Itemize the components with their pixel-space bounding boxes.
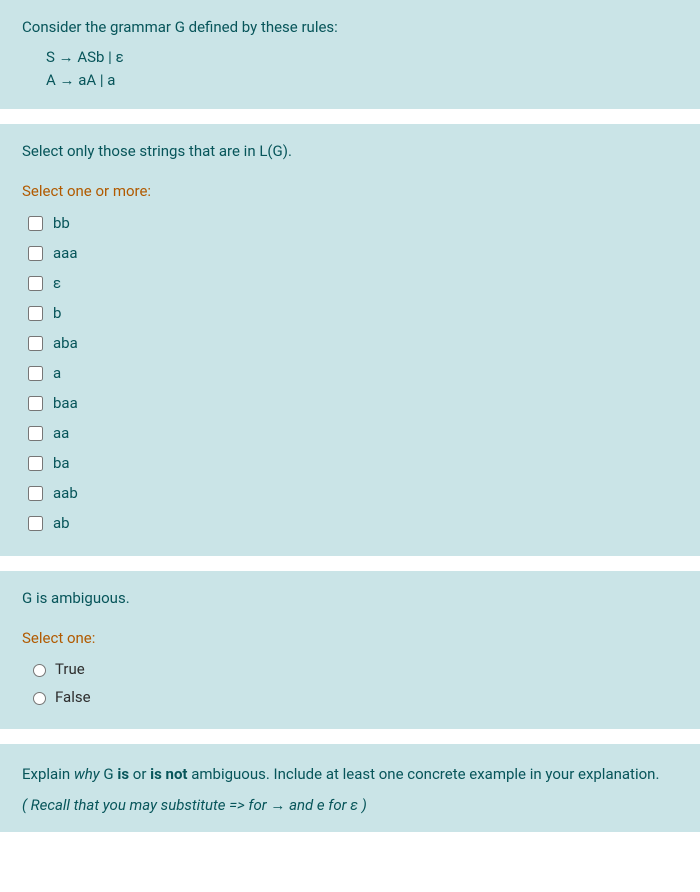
option-label: ab (53, 514, 70, 532)
question-grammar-panel: Consider the grammar G defined by these … (0, 0, 700, 109)
radio-true[interactable] (33, 664, 46, 677)
checkbox-options: bb aaa ε b aba a baa aa (28, 208, 678, 538)
checkbox-aa[interactable] (28, 426, 43, 441)
checkbox-aaa[interactable] (28, 246, 43, 261)
radio-false-label: False (55, 688, 91, 706)
option-label: ba (53, 454, 70, 472)
option-label: aba (53, 334, 78, 352)
option-row: b (28, 298, 678, 328)
explain-prefix: Explain (22, 765, 74, 783)
checkbox-a[interactable] (28, 366, 43, 381)
grammar-rules: S → ASb | ε A → aA | a (46, 46, 678, 91)
grammar-intro: Consider the grammar G defined by these … (22, 18, 678, 36)
checkbox-bb[interactable] (28, 216, 43, 231)
explain-is: is (117, 765, 129, 783)
radio-true-label: True (55, 660, 85, 678)
option-row: ε (28, 268, 678, 298)
select-one-or-more-label: Select one or more: (22, 182, 678, 200)
option-label: a (53, 364, 61, 382)
option-row: aaa (28, 238, 678, 268)
checkbox-ba[interactable] (28, 456, 43, 471)
option-label: bb (53, 214, 70, 232)
checkbox-ab[interactable] (28, 516, 43, 531)
question-strings-panel: Select only those strings that are in L(… (0, 124, 700, 556)
option-label: aa (53, 424, 69, 442)
grammar-rule-1: S → ASb | ε (46, 46, 678, 69)
option-label: aab (53, 484, 78, 502)
select-one-label: Select one: (22, 629, 678, 647)
option-label: b (53, 304, 61, 322)
option-label: aaa (53, 244, 77, 262)
option-row: bb (28, 208, 678, 238)
question-explain-panel: Explain why G is or is not ambiguous. In… (0, 744, 700, 832)
option-label: baa (53, 394, 78, 412)
checkbox-b[interactable] (28, 306, 43, 321)
checkbox-baa[interactable] (28, 396, 43, 411)
option-label: ε (53, 274, 61, 292)
explain-recall: ( Recall that you may substitute => for … (22, 796, 678, 814)
explain-mid1: G (100, 765, 118, 783)
explain-prompt: Explain why G is or is not ambiguous. In… (22, 762, 678, 788)
radio-row: False (28, 683, 678, 711)
explain-suffix: ambiguous. Include at least one concrete… (188, 765, 660, 783)
option-row: aba (28, 328, 678, 358)
radio-false[interactable] (33, 692, 46, 705)
checkbox-epsilon[interactable] (28, 276, 43, 291)
explain-why: why (74, 765, 100, 783)
option-row: ab (28, 508, 678, 538)
ambiguous-statement: G is ambiguous. (22, 589, 678, 607)
option-row: aa (28, 418, 678, 448)
option-row: baa (28, 388, 678, 418)
option-row: ba (28, 448, 678, 478)
option-row: aab (28, 478, 678, 508)
option-row: a (28, 358, 678, 388)
question-ambiguous-panel: G is ambiguous. Select one: True False (0, 571, 700, 729)
radio-options: True False (28, 655, 678, 711)
explain-mid2: or (129, 765, 150, 783)
strings-instruction: Select only those strings that are in L(… (22, 142, 678, 160)
checkbox-aba[interactable] (28, 336, 43, 351)
grammar-rule-2: A → aA | a (46, 69, 678, 92)
radio-row: True (28, 655, 678, 683)
checkbox-aab[interactable] (28, 486, 43, 501)
explain-isnot: is not (150, 765, 187, 783)
